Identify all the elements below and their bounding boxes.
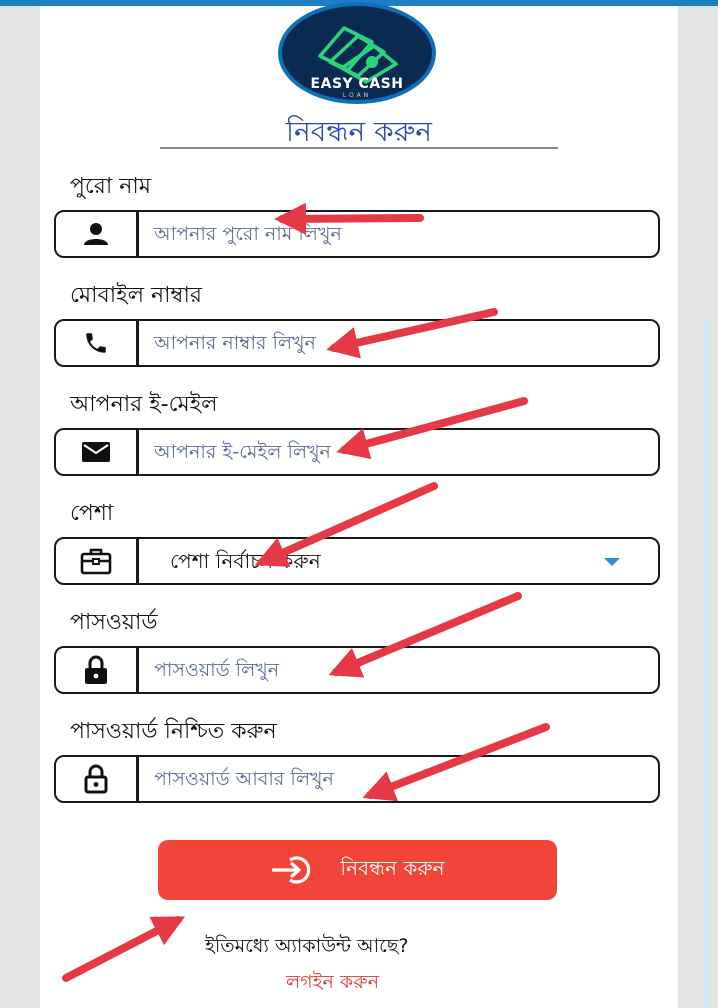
email-label: আপনার ই-মেইল	[70, 392, 218, 417]
brand-subtitle: LOAN	[342, 92, 372, 99]
have-account-text: ইতিমধ্যে অ্যাকাউন্ট আছে?	[205, 935, 409, 957]
full-name-input[interactable]: আপনার পুরো নাম লিখুন	[54, 210, 660, 258]
full-name-label: পুরো নাম	[70, 174, 151, 199]
brand-name: EASY CASH	[310, 76, 404, 92]
confirm-password-input[interactable]: পাসওয়ার্ড আবার লিখুন	[54, 755, 660, 803]
chevron-down-icon	[604, 558, 620, 566]
password-input[interactable]: পাসওয়ার্ড লিখুন	[54, 646, 660, 694]
occupation-select[interactable]: পেশা নির্বাচন করুন	[54, 537, 660, 585]
email-input[interactable]: আপনার ই-মেইল লিখুন	[54, 428, 660, 476]
register-button[interactable]: নিবন্ধন করুন	[158, 840, 557, 900]
occupation-label: পেশা	[70, 501, 114, 526]
lock-icon	[56, 648, 139, 692]
login-arrow-icon	[270, 855, 316, 885]
occupation-selected-value: পেশা নির্বাচন করুন	[170, 549, 321, 573]
login-link[interactable]: লগইন করুন	[286, 968, 379, 1000]
app-logo: EASY CASH LOAN	[278, 2, 436, 104]
title-divider	[160, 147, 558, 149]
mobile-label: মোবাইল নাম্বার	[70, 283, 202, 308]
register-button-label: নিবন্ধন করুন	[340, 855, 445, 880]
person-icon	[56, 212, 139, 256]
confirm-password-label: পাসওয়ার্ড নিশ্চিত করুন	[70, 719, 277, 744]
email-placeholder: আপনার ই-মেইল লিখুন	[154, 441, 331, 463]
confirm-password-placeholder: পাসওয়ার্ড আবার লিখুন	[154, 768, 334, 790]
page-title: নিবন্ধন করুন	[286, 115, 432, 148]
password-label: পাসওয়ার্ড	[70, 610, 158, 635]
scrollbar[interactable]	[703, 318, 709, 1008]
briefcase-icon	[56, 539, 139, 583]
mobile-input[interactable]: আপনার নাম্বার লিখুন	[54, 319, 660, 367]
mail-icon	[56, 430, 139, 474]
password-placeholder: পাসওয়ার্ড লিখুন	[154, 659, 280, 681]
lock-open-icon	[56, 757, 139, 801]
phone-icon	[56, 321, 139, 365]
mobile-placeholder: আপনার নাম্বার লিখুন	[154, 332, 316, 354]
full-name-placeholder: আপনার পুরো নাম লিখুন	[154, 223, 342, 245]
